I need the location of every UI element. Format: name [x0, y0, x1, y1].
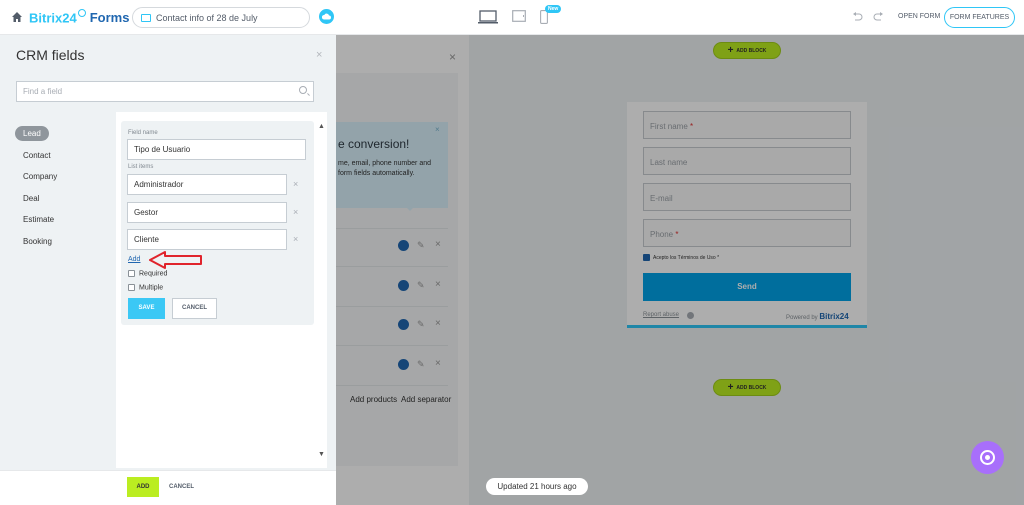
- multiple-checkbox[interactable]: Multiple: [128, 284, 163, 291]
- field-name-input[interactable]: Tipo de Usuario: [127, 139, 306, 160]
- updated-status: Updated 21 hours ago: [486, 478, 588, 495]
- chat-widget-button[interactable]: [971, 441, 1004, 474]
- fields-scrollbar[interactable]: [316, 121, 325, 461]
- cancel-button[interactable]: CANCEL: [172, 298, 217, 319]
- category-contact[interactable]: Contact: [15, 148, 59, 163]
- panel-title: CRM fields: [16, 47, 85, 63]
- redo-icon[interactable]: [873, 12, 884, 22]
- new-badge: New: [545, 5, 562, 13]
- list-item-input[interactable]: Gestor: [127, 202, 287, 223]
- undo-icon[interactable]: [852, 12, 863, 22]
- category-list: [8, 112, 116, 468]
- category-estimate[interactable]: Estimate: [15, 212, 62, 227]
- category-company[interactable]: Company: [15, 169, 65, 184]
- category-lead[interactable]: Lead: [15, 126, 49, 141]
- form-features-button[interactable]: FORM FEATURES: [944, 7, 1015, 28]
- category-booking[interactable]: Booking: [15, 234, 60, 249]
- scroll-down-icon[interactable]: ▼: [318, 451, 325, 458]
- chat-dot: [985, 455, 990, 460]
- tablet-view-icon[interactable]: [512, 10, 526, 22]
- field-search-input[interactable]: Find a field: [16, 81, 314, 102]
- brand-bitrix24: Bitrix24: [29, 10, 77, 26]
- list-items-label: List items: [128, 164, 154, 170]
- checkbox-icon: [128, 270, 135, 277]
- clock-icon: [77, 9, 86, 17]
- category-deal[interactable]: Deal: [15, 191, 47, 206]
- form-title: Contact info of 28 de July: [156, 13, 258, 23]
- open-form-link[interactable]: OPEN FORM: [898, 13, 940, 20]
- home-icon[interactable]: [11, 11, 23, 23]
- search-placeholder: Find a field: [23, 87, 63, 96]
- required-checkbox[interactable]: Required: [128, 270, 167, 277]
- desktop-view-icon[interactable]: [478, 10, 498, 24]
- brand-logo[interactable]: Bitrix24 Forms: [29, 9, 129, 25]
- form-icon: [141, 14, 151, 22]
- remove-item-icon[interactable]: ×: [293, 179, 298, 189]
- brand-forms: Forms: [89, 10, 130, 26]
- top-bar: Bitrix24 Forms Contact info of 28 de July…: [0, 0, 1024, 35]
- close-icon[interactable]: ×: [316, 49, 322, 61]
- multiple-label: Multiple: [139, 284, 164, 292]
- panel-footer: [0, 470, 336, 505]
- form-title-field[interactable]: Contact info of 28 de July: [132, 7, 310, 28]
- scroll-up-icon[interactable]: ▲: [318, 123, 325, 130]
- remove-item-icon[interactable]: ×: [293, 234, 298, 244]
- save-button[interactable]: SAVE: [128, 298, 165, 319]
- cloud-save-button[interactable]: [319, 9, 334, 24]
- add-list-item-link[interactable]: Add: [128, 256, 140, 263]
- list-item-input[interactable]: Administrador: [127, 174, 287, 195]
- annotation-arrow-icon: [149, 251, 202, 269]
- checkbox-icon: [128, 284, 135, 291]
- remove-item-icon[interactable]: ×: [293, 207, 298, 217]
- search-icon: [299, 86, 307, 94]
- cloud-icon: [322, 13, 331, 20]
- footer-cancel-button[interactable]: CANCEL: [169, 484, 194, 490]
- add-button[interactable]: ADD: [127, 477, 159, 497]
- required-label: Required: [139, 270, 168, 278]
- list-item-input[interactable]: Cliente: [127, 229, 287, 250]
- field-name-label: Field name: [128, 130, 158, 136]
